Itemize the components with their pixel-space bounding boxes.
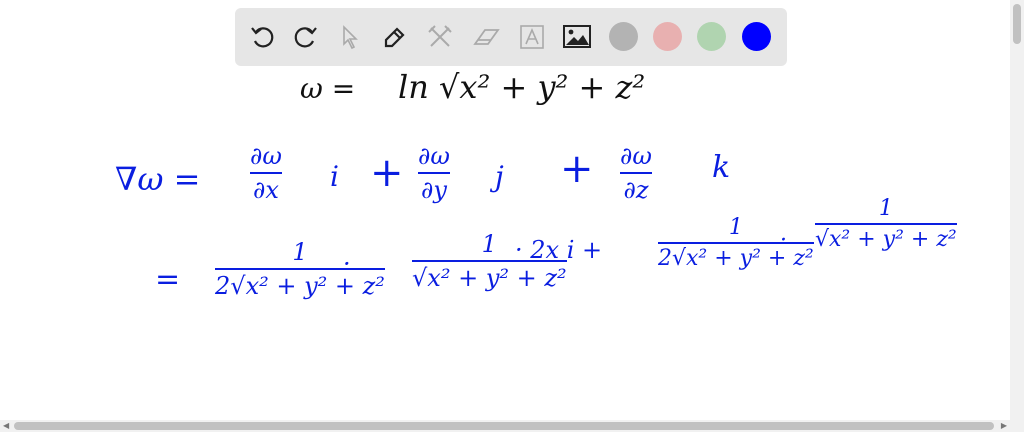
unit-i: i [330, 160, 339, 193]
eraser-icon[interactable] [471, 22, 501, 52]
undo-icon[interactable] [247, 22, 277, 52]
redo-icon[interactable] [291, 22, 321, 52]
eq1-lhs: ω = [300, 72, 356, 105]
fraction-dw-dz: ∂ω ∂z [620, 142, 652, 204]
unit-j: j [495, 160, 504, 193]
scroll-left-icon[interactable]: ◀ [3, 421, 9, 430]
tools-icon[interactable] [425, 22, 455, 52]
select-icon[interactable] [335, 22, 365, 52]
pen-icon[interactable] [380, 22, 410, 52]
term-2x-i: · 2x i + [515, 236, 603, 264]
fraction-dw-dx: ∂ω ∂x [250, 142, 282, 204]
horizontal-scroll-thumb[interactable] [14, 422, 994, 430]
plus: + [560, 146, 594, 192]
fraction-4: 1 √x² + y² + z² [815, 196, 957, 252]
vertical-scroll-thumb[interactable] [1013, 4, 1021, 44]
eq2-lhs: ∇ω = [115, 160, 201, 198]
color-gray[interactable] [609, 22, 638, 51]
dot: · [780, 228, 787, 253]
drawing-toolbar [235, 8, 787, 66]
text-icon[interactable] [517, 22, 547, 52]
color-green[interactable] [697, 22, 726, 51]
plus: + [370, 150, 404, 196]
fraction-1: 1 2√x² + y² + z² [215, 238, 385, 300]
scroll-right-icon[interactable]: ▶ [1001, 421, 1007, 430]
fraction-3: 1 2√x² + y² + z² [658, 215, 814, 271]
image-icon[interactable] [562, 22, 592, 52]
equals: = [155, 262, 181, 297]
color-red[interactable] [653, 22, 682, 51]
eq1-rhs: ln √x² + y² + z² [398, 68, 646, 106]
vertical-scrollbar[interactable] [1010, 0, 1024, 432]
color-blue[interactable] [742, 22, 771, 51]
fraction-dw-dy: ∂ω ∂y [418, 142, 450, 204]
dot: · [343, 250, 351, 278]
unit-k: k [712, 150, 731, 185]
horizontal-scrollbar[interactable]: ◀ ▶ [0, 420, 1010, 432]
